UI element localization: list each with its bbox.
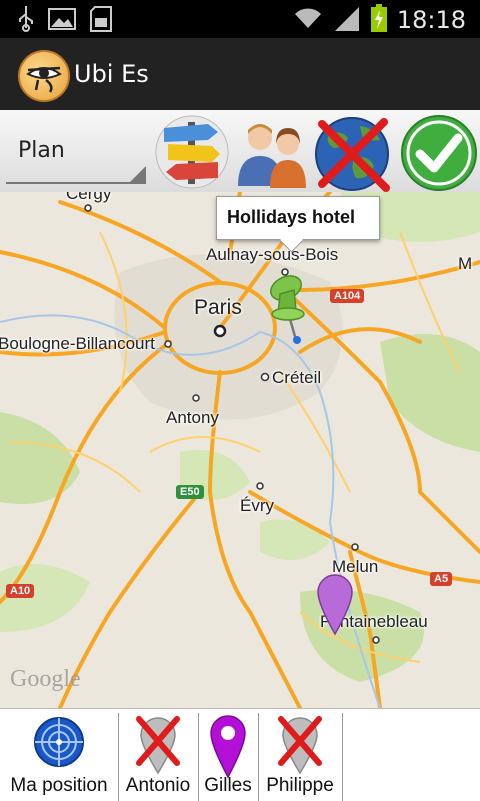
status-bar: 18:18 [0, 0, 480, 38]
dropdown-arrow-icon [130, 166, 146, 182]
contacts-button[interactable] [234, 114, 310, 190]
place-label-creteil: Créteil [272, 368, 322, 387]
google-attribution: Google [10, 666, 81, 692]
road-shield-a104: A104 [330, 289, 365, 303]
clock: 18:18 [396, 6, 466, 34]
signpost-button[interactable] [154, 114, 230, 190]
tab-philippe[interactable]: Philippe [258, 713, 343, 801]
tab-label: Gilles [204, 775, 252, 796]
sd-card-icon [90, 6, 112, 36]
place-label-cergy: Cergy [66, 192, 112, 203]
app-title: Ubi Es [74, 60, 149, 88]
contacts-bar: Ma position Antonio Gilles Philippe [0, 708, 480, 801]
place-label-antony: Antony [166, 408, 219, 427]
location-pin-icon [208, 715, 248, 783]
road-shield-a5: A5 [430, 572, 453, 586]
cancelled-pin-icon [275, 715, 325, 779]
tab-gilles[interactable]: Gilles [198, 713, 259, 801]
cancelled-pin-icon [133, 715, 183, 779]
tab-label: Antonio [125, 775, 191, 796]
eye-of-horus-icon[interactable] [18, 50, 70, 102]
checkmark-icon [401, 115, 477, 191]
place-label-m: M [458, 254, 473, 273]
battery-charging-icon [370, 4, 387, 36]
wifi-icon [293, 6, 323, 34]
globe-cancel-icon [315, 117, 390, 192]
road-shield-e50: E50 [176, 485, 204, 499]
tab-ma-position[interactable]: Ma position [0, 713, 119, 801]
callout-title: Hollidays hotel [227, 207, 356, 227]
usb-icon [18, 6, 34, 36]
action-bar: Ubi Es [0, 38, 480, 112]
map-type-value: Plan [18, 138, 65, 163]
toolbar: Plan [0, 110, 480, 192]
tab-label: Philippe [266, 775, 334, 796]
tab-antonio[interactable]: Antonio [118, 713, 199, 801]
target-icon [32, 715, 86, 773]
map-view[interactable]: Cergy Aulnay-sous-Bois Paris Boulogne-Bi… [0, 192, 480, 708]
users-icon [238, 124, 306, 188]
place-label-evry: Évry [240, 496, 274, 515]
place-label-boulogne: Boulogne-Billancourt [0, 334, 155, 353]
clear-globe-button[interactable] [314, 114, 390, 192]
signal-icon [333, 5, 361, 35]
confirm-button[interactable] [400, 114, 477, 191]
image-icon [48, 8, 76, 34]
tab-label: Ma position [10, 775, 108, 796]
map-type-select[interactable]: Plan [6, 122, 146, 184]
place-label-aulnay: Aulnay-sous-Bois [206, 245, 339, 264]
place-label-paris: Paris [194, 296, 242, 319]
signpost-icon [155, 115, 229, 189]
road-shield-a10: A10 [6, 584, 35, 598]
marker-callout[interactable]: Hollidays hotel [216, 196, 380, 253]
